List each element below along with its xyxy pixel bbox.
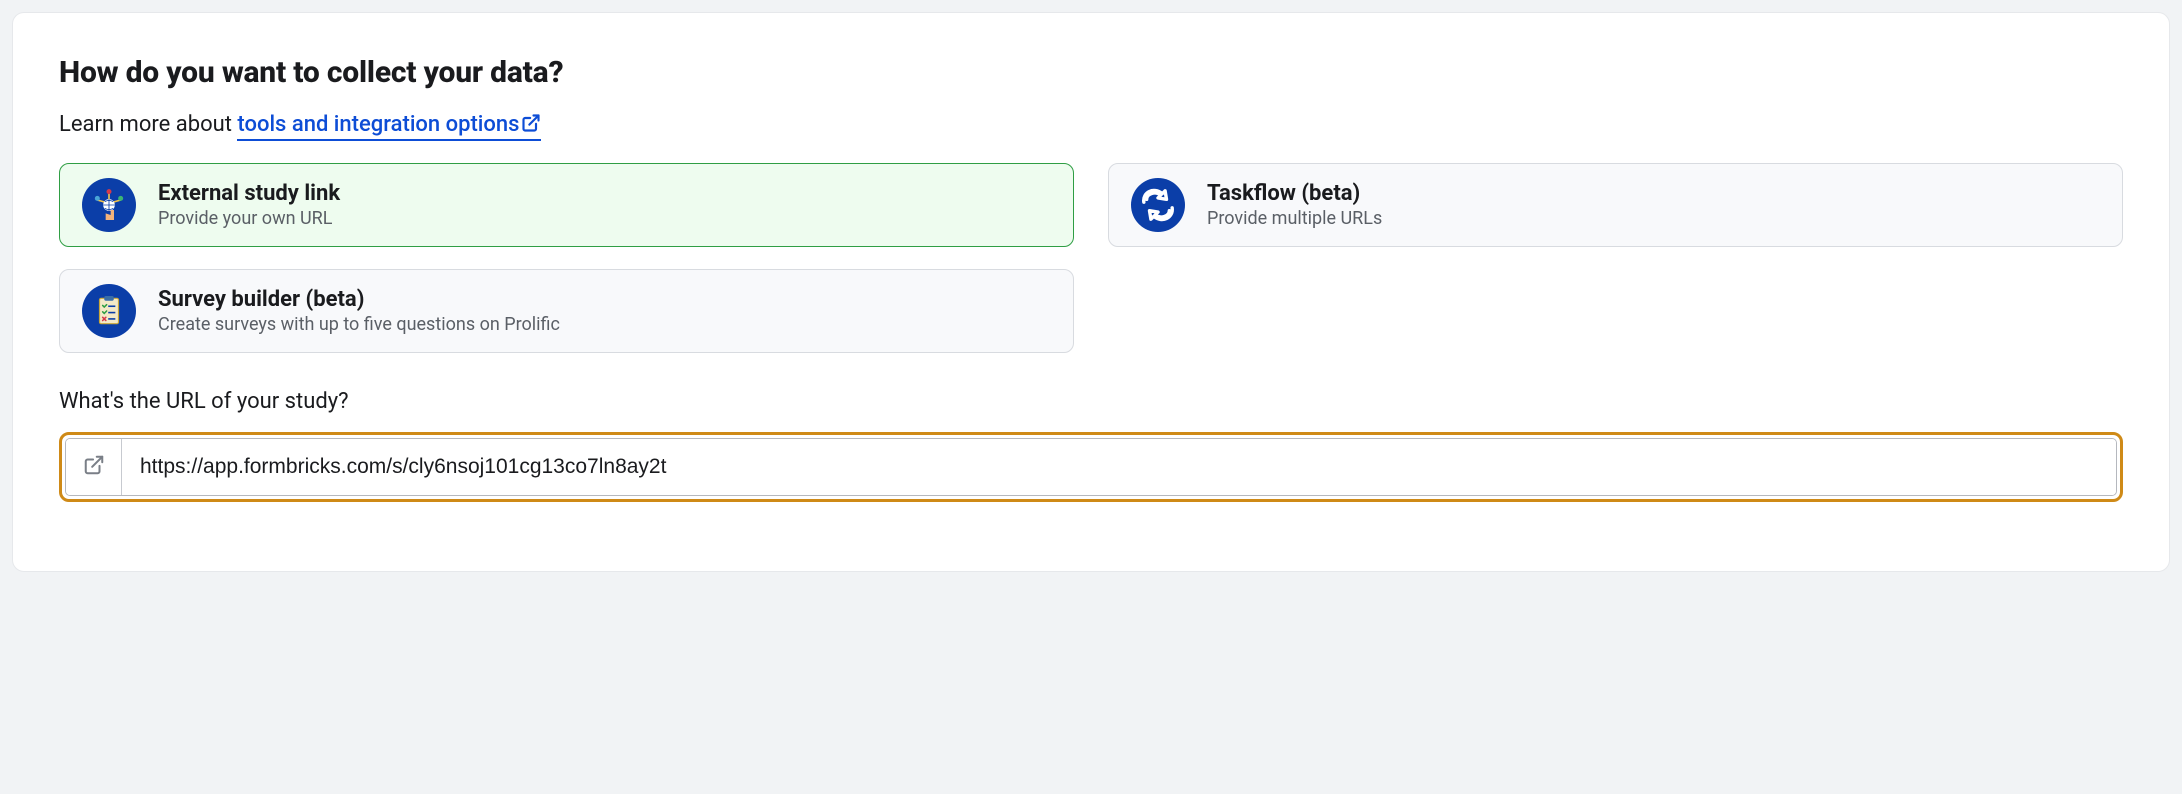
tools-integration-link-text: tools and integration options [237, 112, 519, 137]
data-collection-panel: How do you want to collect your data? Le… [12, 12, 2170, 572]
learn-more-line: Learn more about tools and integration o… [59, 112, 2123, 139]
option-external-study-link[interactable]: External study link Provide your own URL [59, 163, 1074, 247]
network-hand-icon [82, 178, 136, 232]
clipboard-checklist-icon [82, 284, 136, 338]
cycle-arrows-icon [1131, 178, 1185, 232]
open-url-button[interactable] [66, 439, 122, 495]
option-title: Survey builder (beta) [158, 287, 560, 312]
collection-options: External study link Provide your own URL… [59, 163, 2123, 353]
option-title: External study link [158, 181, 340, 206]
option-desc: Provide your own URL [158, 208, 340, 229]
option-survey-builder[interactable]: Survey builder (beta) Create surveys wit… [59, 269, 1074, 353]
study-url-input[interactable] [122, 439, 2116, 495]
option-text: External study link Provide your own URL [158, 181, 340, 229]
external-link-icon [521, 113, 541, 139]
option-desc: Create surveys with up to five questions… [158, 314, 560, 335]
external-link-icon [83, 454, 105, 480]
learn-more-prefix: Learn more about [59, 112, 237, 137]
option-text: Survey builder (beta) Create surveys wit… [158, 287, 560, 335]
study-url-field-wrapper [59, 432, 2123, 502]
section-heading: How do you want to collect your data? [59, 55, 2123, 90]
option-desc: Provide multiple URLs [1207, 208, 1382, 229]
study-url-label: What's the URL of your study? [59, 389, 2123, 414]
option-title: Taskflow (beta) [1207, 181, 1382, 206]
study-url-field-inner [65, 438, 2117, 496]
tools-integration-link[interactable]: tools and integration options [237, 112, 541, 141]
option-text: Taskflow (beta) Provide multiple URLs [1207, 181, 1382, 229]
option-taskflow[interactable]: Taskflow (beta) Provide multiple URLs [1108, 163, 2123, 247]
